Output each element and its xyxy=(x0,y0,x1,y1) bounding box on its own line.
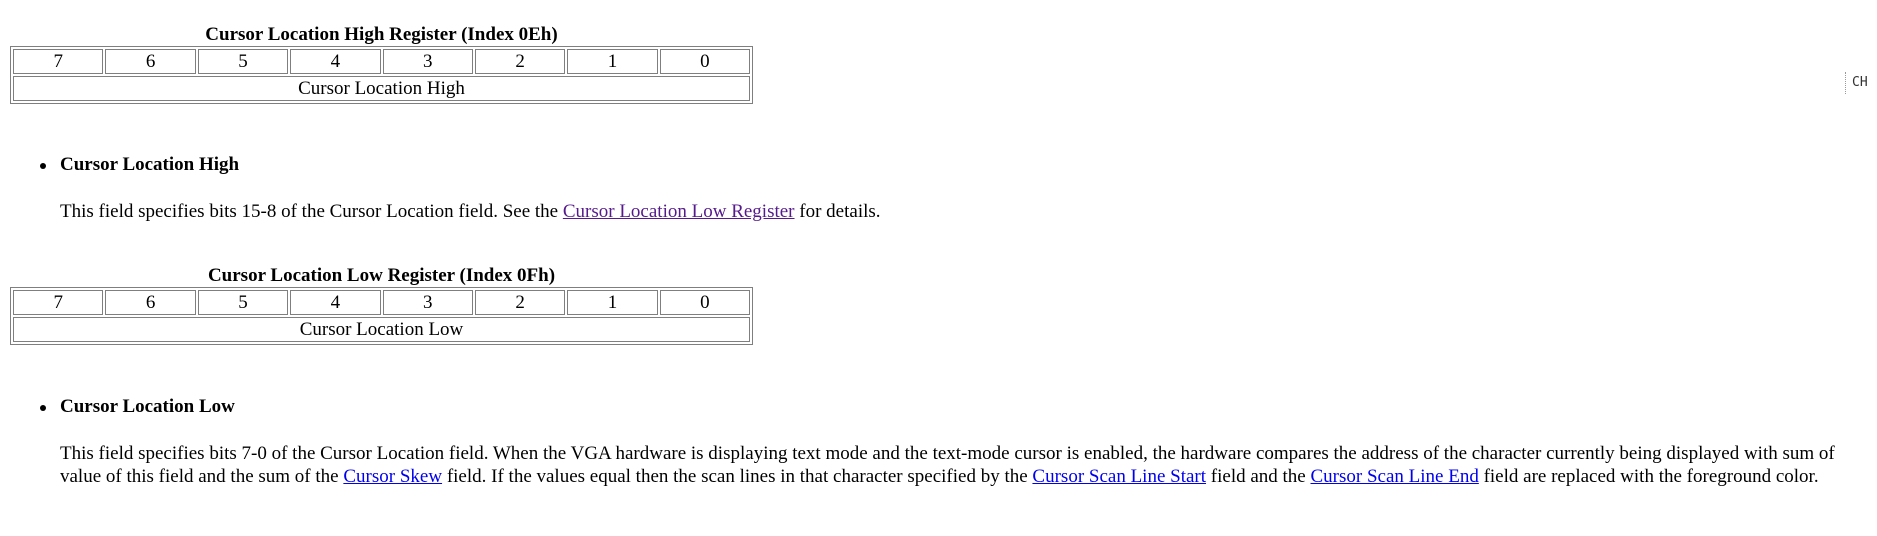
cursor-location-low-register-link[interactable]: Cursor Location Low Register xyxy=(563,201,795,222)
bit-cell: 2 xyxy=(474,49,566,74)
bit-cell: 7 xyxy=(13,290,104,315)
bit-cell: 4 xyxy=(290,290,381,315)
low-register-table: 7 6 5 4 3 2 1 0 Cursor Location Low xyxy=(10,287,753,345)
field-cell: Cursor Location Low xyxy=(13,317,750,342)
side-tag: CH xyxy=(1845,72,1877,94)
bit-cell: 5 xyxy=(197,49,289,74)
bit-cell: 6 xyxy=(105,290,196,315)
bit-header-row: 7 6 5 4 3 2 1 0 xyxy=(13,49,750,74)
field-cell: Cursor Location High xyxy=(13,76,750,101)
high-field-bullet: Cursor Location High xyxy=(40,154,240,176)
bit-cell: 0 xyxy=(659,290,750,315)
description-text: for details. xyxy=(794,201,881,222)
bit-header-row: 7 6 5 4 3 2 1 0 xyxy=(13,290,750,315)
cursor-scan-line-start-link[interactable]: Cursor Scan Line Start xyxy=(1032,466,1206,487)
bit-cell: 1 xyxy=(567,290,658,315)
low-field-bullet: Cursor Location Low xyxy=(40,396,235,418)
field-row: Cursor Location High xyxy=(13,76,750,101)
bit-cell: 0 xyxy=(659,49,750,74)
bit-cell: 3 xyxy=(382,49,473,74)
description-text: This field specifies bits 15-8 of the Cu… xyxy=(60,201,563,222)
low-register-block: Cursor Location Low Register (Index 0Fh)… xyxy=(10,265,753,345)
bit-cell: 7 xyxy=(13,49,104,74)
high-register-block: Cursor Location High Register (Index 0Eh… xyxy=(10,24,753,104)
bit-cell: 2 xyxy=(474,290,566,315)
low-field-name: Cursor Location Low xyxy=(60,396,235,417)
field-row: Cursor Location Low xyxy=(13,317,750,342)
high-register-table: 7 6 5 4 3 2 1 0 Cursor Location High xyxy=(10,46,753,104)
bullet-dot xyxy=(40,405,46,411)
description-text: field. If the values equal then the scan… xyxy=(442,466,1033,487)
bullet-dot xyxy=(40,163,46,169)
bit-cell: 3 xyxy=(382,290,473,315)
high-field-name: Cursor Location High xyxy=(60,154,240,175)
bit-cell: 4 xyxy=(290,49,381,74)
bit-cell: 6 xyxy=(105,49,196,74)
low-field-description: This field specifies bits 7-0 of the Cur… xyxy=(60,442,1860,488)
bit-cell: 5 xyxy=(197,290,289,315)
high-register-caption: Cursor Location High Register (Index 0Eh… xyxy=(205,24,558,45)
cursor-scan-line-end-link[interactable]: Cursor Scan Line End xyxy=(1311,466,1479,487)
low-register-caption: Cursor Location Low Register (Index 0Fh) xyxy=(207,265,556,286)
cursor-skew-link[interactable]: Cursor Skew xyxy=(343,466,442,487)
high-field-description: This field specifies bits 15-8 of the Cu… xyxy=(60,200,1860,223)
description-text: field and the xyxy=(1206,466,1311,487)
bit-cell: 1 xyxy=(567,49,658,74)
description-text: field are replaced with the foreground c… xyxy=(1478,466,1819,487)
